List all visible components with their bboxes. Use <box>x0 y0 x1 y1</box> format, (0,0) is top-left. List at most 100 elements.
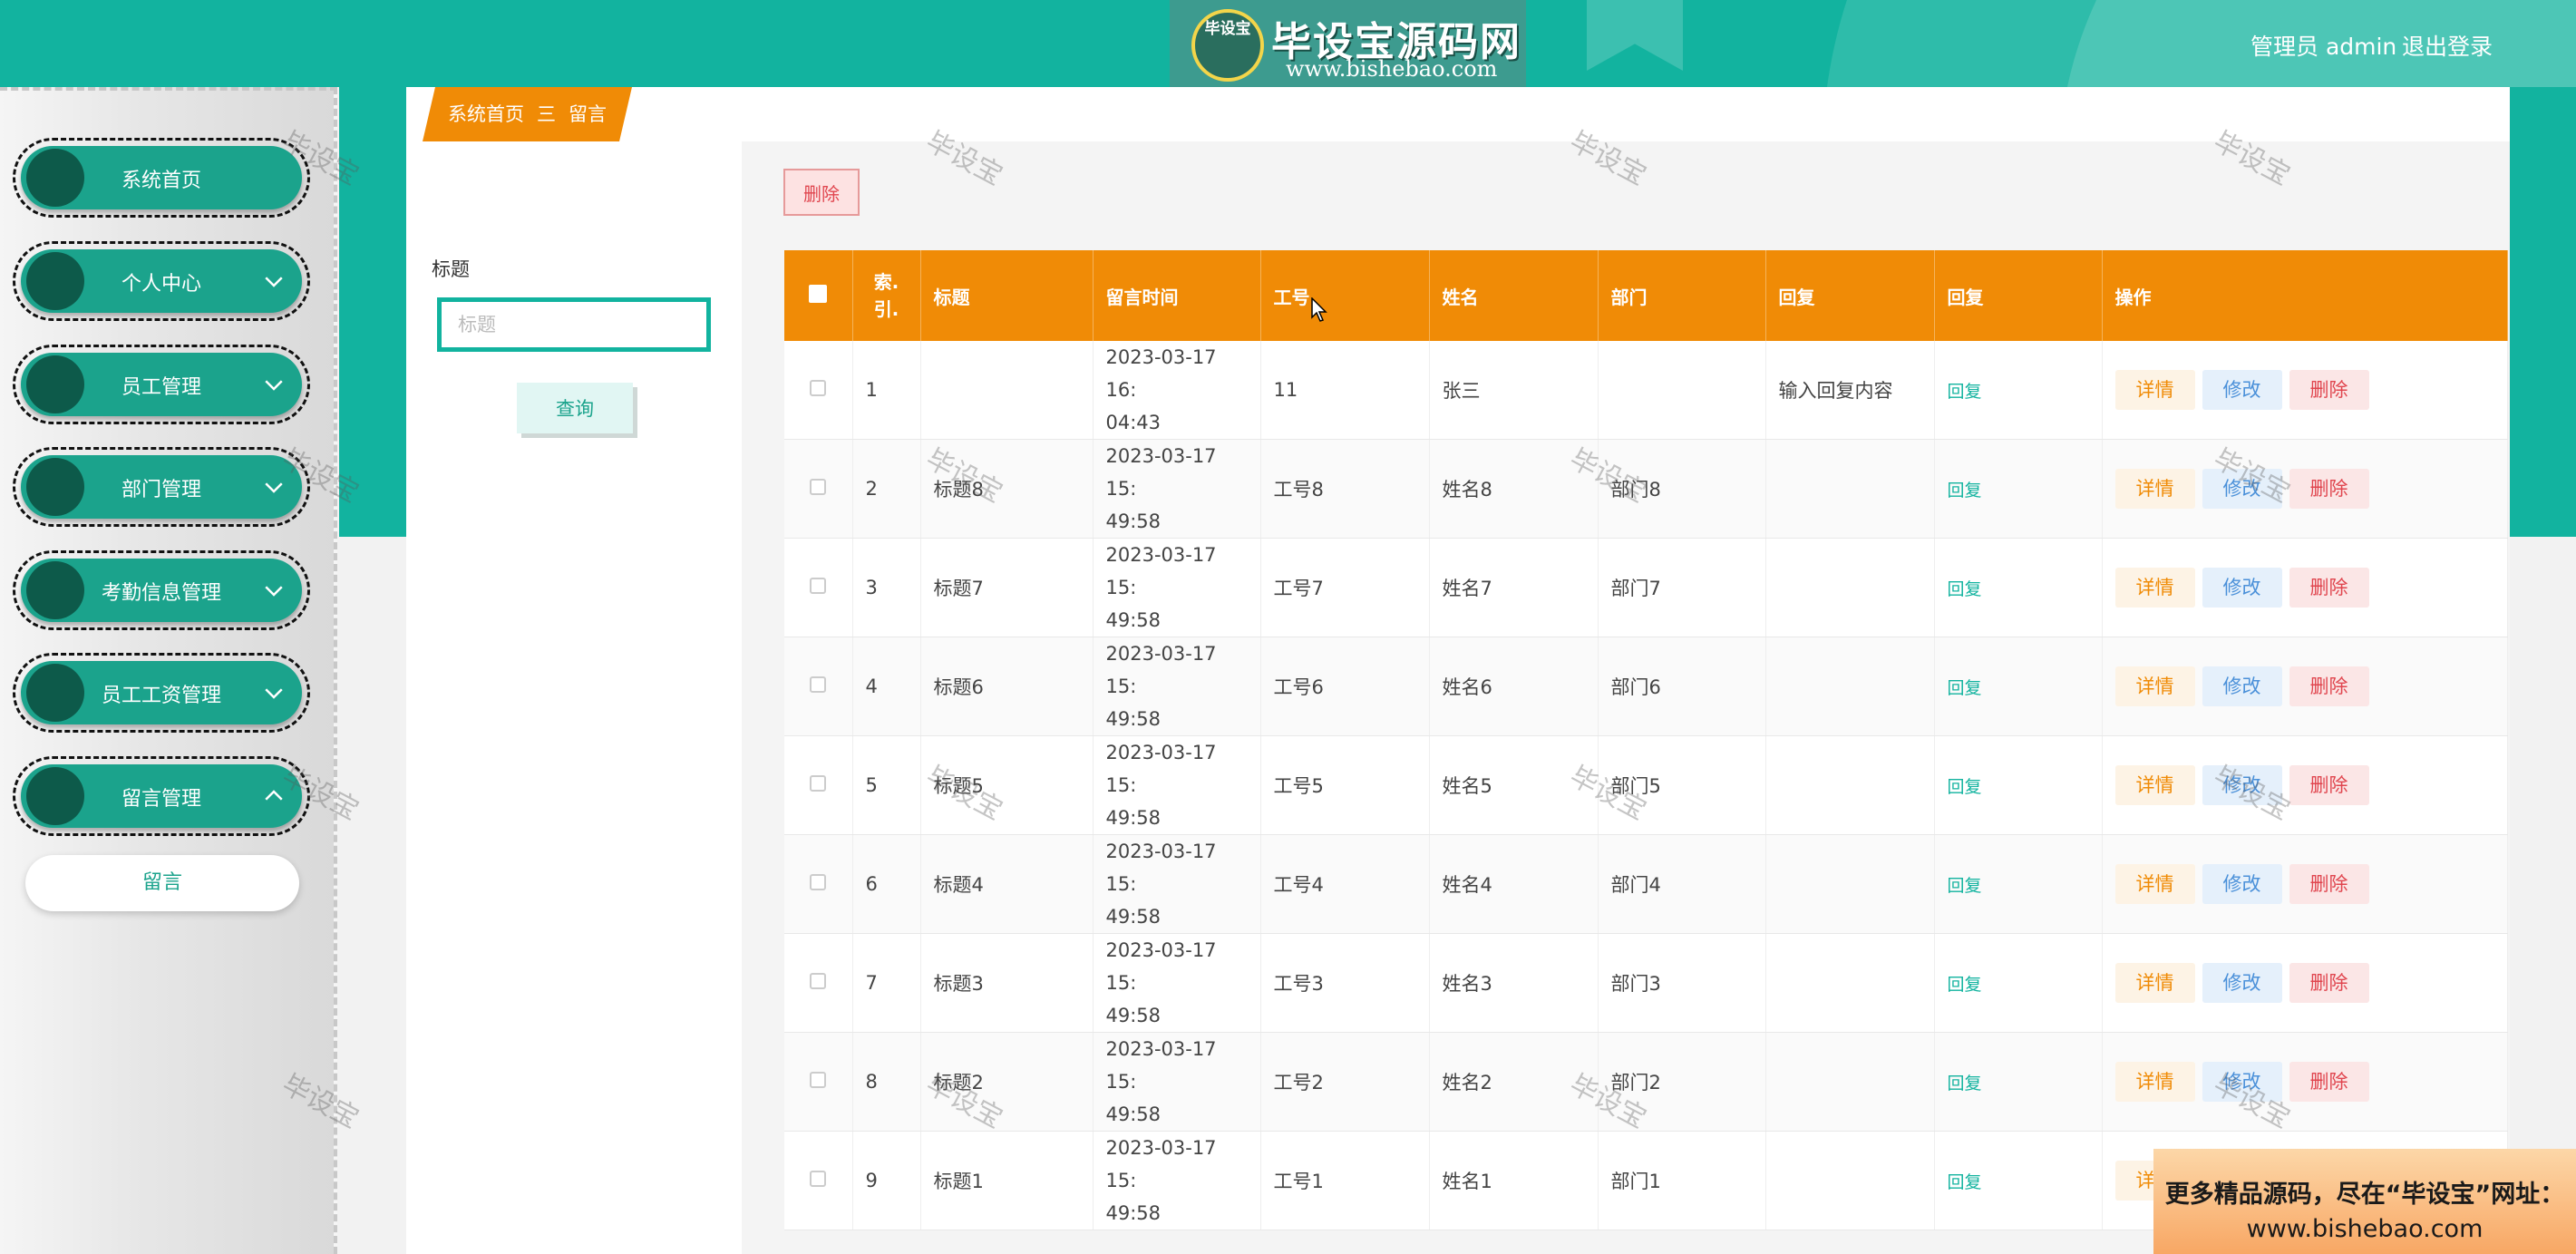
reply-link[interactable]: 回复 <box>1948 678 1982 698</box>
column-header-title[interactable]: 标题 <box>920 250 1094 341</box>
row-checkbox[interactable] <box>810 578 827 594</box>
detail-button[interactable]: 详情 <box>2114 568 2195 608</box>
edit-button[interactable]: 修改 <box>2202 666 2282 706</box>
cell-index: 5 <box>852 735 921 835</box>
chevron-down-icon <box>265 586 283 597</box>
reply-link[interactable]: 回复 <box>1948 777 1982 797</box>
detail-button[interactable]: 详情 <box>2114 469 2195 509</box>
column-header-time[interactable]: 留言时间 <box>1093 250 1261 341</box>
column-header-reply-action: 回复 <box>1934 250 2103 341</box>
cell-time-line1: 2023-03-17 15: <box>1105 445 1217 500</box>
row-checkbox[interactable] <box>810 973 827 989</box>
chevron-down-icon <box>265 277 283 287</box>
detail-button[interactable]: 详情 <box>2114 370 2195 410</box>
cell-emp-no: 工号6 <box>1260 637 1430 736</box>
row-checkbox[interactable] <box>810 380 827 396</box>
detail-button[interactable]: 详情 <box>2114 864 2195 904</box>
cell-time-line1: 2023-03-17 15: <box>1105 1038 1217 1093</box>
edit-button[interactable]: 修改 <box>2202 568 2282 608</box>
search-panel: 标题 查询 <box>406 141 742 1254</box>
detail-button[interactable]: 详情 <box>2114 765 2195 805</box>
cell-dept: 部门7 <box>1598 538 1766 637</box>
cell-dept <box>1598 341 1766 440</box>
chevron-down-icon <box>265 380 283 391</box>
reply-link[interactable]: 回复 <box>1948 1172 1982 1192</box>
edit-button[interactable]: 修改 <box>2202 1062 2282 1102</box>
delete-button[interactable]: 删除 <box>2289 963 2369 1003</box>
column-header-emp-no[interactable]: 工号 <box>1260 250 1430 341</box>
cell-time: 2023-03-17 15: 49:58 <box>1093 834 1261 934</box>
cell-time-line1: 2023-03-17 15: <box>1105 1137 1217 1191</box>
edit-button[interactable]: 修改 <box>2202 963 2282 1003</box>
cell-name: 姓名6 <box>1429 637 1599 736</box>
logout-link[interactable]: 退出登录 <box>2402 29 2493 62</box>
cell-time-line2: 04:43 <box>1105 412 1162 433</box>
row-checkbox[interactable] <box>810 1072 827 1088</box>
cell-time-line1: 2023-03-17 15: <box>1105 939 1217 994</box>
delete-button[interactable]: 删除 <box>2289 568 2369 608</box>
sidebar-item-employee-management[interactable]: 员工管理 <box>13 345 310 424</box>
edit-button[interactable]: 修改 <box>2202 469 2282 509</box>
row-checkbox[interactable] <box>810 874 827 890</box>
edit-button[interactable]: 修改 <box>2202 370 2282 410</box>
table-row: 3 标题7 2023-03-17 15: 49:58 工号7 姓名7 部门7 回复 详情 修改 删除 <box>784 538 2508 637</box>
chevron-up-icon <box>265 790 283 801</box>
sidebar-item-attendance-management[interactable]: 考勤信息管理 <box>13 550 310 630</box>
column-header-operations: 操作 <box>2102 250 2508 341</box>
title-search-input[interactable] <box>437 297 711 352</box>
cell-dept: 部门2 <box>1598 1032 1766 1132</box>
cell-name: 姓名1 <box>1429 1131 1599 1230</box>
sidebar-item-home[interactable]: 系统首页 <box>13 138 310 218</box>
detail-button[interactable]: 详情 <box>2114 963 2195 1003</box>
batch-delete-button[interactable]: 删除 <box>783 169 860 216</box>
cell-time-line2: 49:58 <box>1105 906 1162 928</box>
cell-index: 3 <box>852 538 921 637</box>
column-header-reply[interactable]: 回复 <box>1765 250 1935 341</box>
delete-button[interactable]: 删除 <box>2289 666 2369 706</box>
cell-title: 标题7 <box>920 538 1094 637</box>
search-title-label: 标题 <box>432 258 470 280</box>
promo-line2: www.bishebao.com <box>2246 1215 2484 1243</box>
query-button[interactable]: 查询 <box>517 383 633 433</box>
cell-emp-no: 工号5 <box>1260 735 1430 835</box>
detail-button[interactable]: 详情 <box>2114 1062 2195 1102</box>
delete-button[interactable]: 删除 <box>2289 1062 2369 1102</box>
reply-link[interactable]: 回复 <box>1948 1074 1982 1094</box>
column-header-dept[interactable]: 部门 <box>1598 250 1766 341</box>
breadcrumb-separator: 三 <box>537 103 556 125</box>
delete-button[interactable]: 删除 <box>2289 469 2369 509</box>
cell-index: 9 <box>852 1131 921 1230</box>
sidebar-subitem-message[interactable]: 留言 <box>25 855 299 911</box>
edit-button[interactable]: 修改 <box>2202 864 2282 904</box>
row-checkbox[interactable] <box>810 676 827 693</box>
bookmark-decoration <box>1587 0 1683 71</box>
sidebar-item-message-management[interactable]: 留言管理 <box>13 756 310 836</box>
chevron-down-icon <box>265 688 283 699</box>
cell-title: 标题4 <box>920 834 1094 934</box>
breadcrumb-home[interactable]: 系统首页 <box>448 103 524 125</box>
sidebar-item-salary-management[interactable]: 员工工资管理 <box>13 653 310 733</box>
delete-button[interactable]: 删除 <box>2289 765 2369 805</box>
reply-link[interactable]: 回复 <box>1948 975 1982 995</box>
reply-link[interactable]: 回复 <box>1948 382 1982 402</box>
site-logo: 毕设宝 毕设宝源码网 www.bishebao.com <box>1170 0 1526 87</box>
table-header-row: 索. 引. 标题 留言时间 工号 姓名 部门 回复 回复 操作 <box>784 250 2508 341</box>
reply-link[interactable]: 回复 <box>1948 579 1982 599</box>
delete-button[interactable]: 删除 <box>2289 370 2369 410</box>
reply-link[interactable]: 回复 <box>1948 876 1982 896</box>
promo-line1: 更多精品源码，尽在“毕设宝”网址： <box>2164 1181 2565 1209</box>
cell-time-line2: 49:58 <box>1105 1103 1162 1125</box>
sidebar-item-department-management[interactable]: 部门管理 <box>13 447 310 527</box>
row-checkbox[interactable] <box>810 479 827 495</box>
cell-time: 2023-03-17 15: 49:58 <box>1093 439 1261 539</box>
reply-link[interactable]: 回复 <box>1948 481 1982 501</box>
sidebar-item-personal-center[interactable]: 个人中心 <box>13 241 310 321</box>
delete-button[interactable]: 删除 <box>2289 864 2369 904</box>
detail-button[interactable]: 详情 <box>2114 666 2195 706</box>
cell-reply <box>1765 834 1935 934</box>
column-header-name[interactable]: 姓名 <box>1429 250 1599 341</box>
row-checkbox[interactable] <box>810 775 827 792</box>
edit-button[interactable]: 修改 <box>2202 765 2282 805</box>
select-all-checkbox[interactable] <box>809 284 828 303</box>
row-checkbox[interactable] <box>810 1171 827 1187</box>
